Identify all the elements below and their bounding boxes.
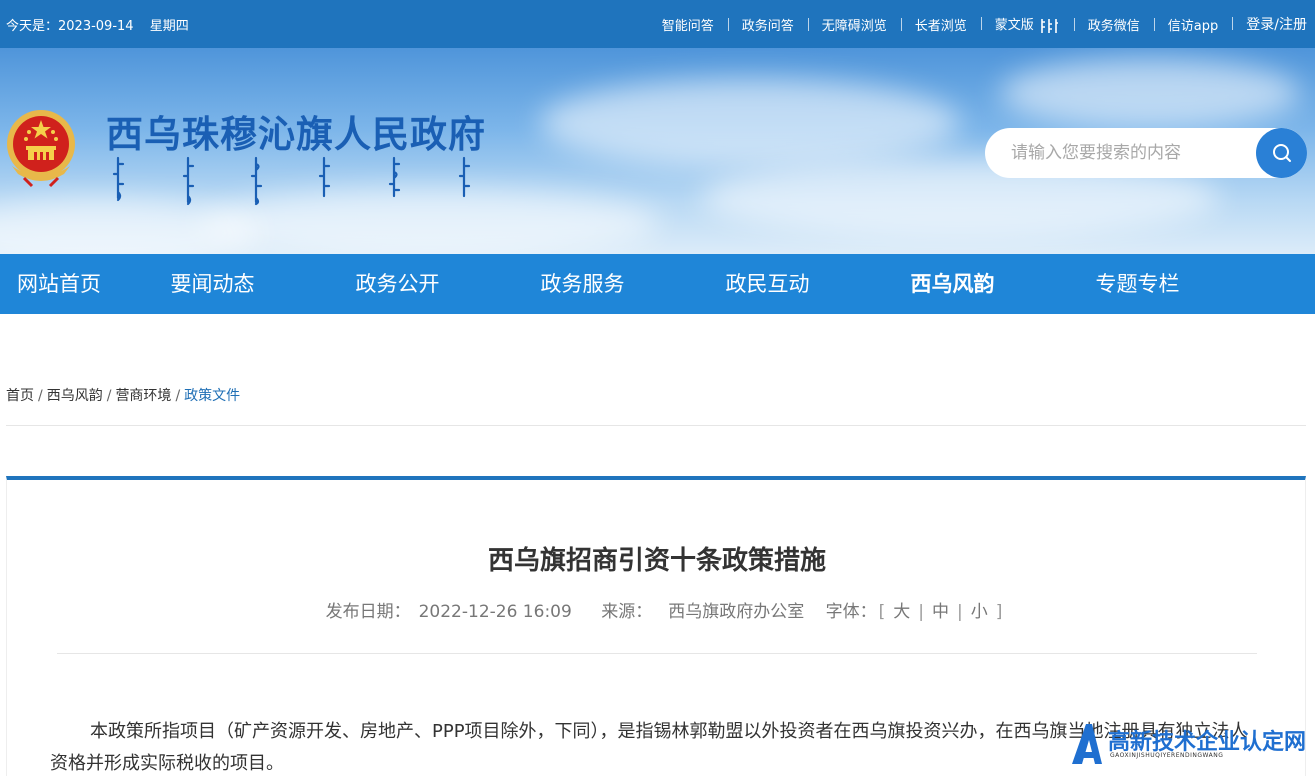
site-title: 西乌珠穆沁旗人民政府 — [106, 113, 486, 156]
main-nav: 网站首页 要闻动态 政务公开 政务服务 政民互动 西乌风韵 专题专栏 — [0, 254, 1315, 314]
breadcrumb-policy-docs[interactable]: 政策文件 — [184, 388, 240, 404]
font-size-medium[interactable]: 中 — [932, 602, 949, 622]
font-size-bracket-close: ] — [995, 602, 1003, 622]
publish-date-label: 发布日期： — [325, 602, 411, 622]
article-meta: 发布日期： 2022-12-26 16:09 来源： 西乌旗政府办公室 字体：[ 大 |… — [7, 597, 1307, 622]
search-button[interactable] — [1256, 128, 1307, 178]
breadcrumb-separator: / — [38, 388, 43, 404]
source-label: 来源： — [601, 602, 653, 622]
nav-xiwu-charm[interactable]: 西乌风韵 — [860, 254, 1045, 314]
font-size-controls: 字体：[ 大 | 中 | 小] — [826, 602, 1005, 622]
font-size-label: 字体： — [825, 602, 877, 622]
top-links: 智能问答 政务问答 无障碍浏览 长者浏览 蒙文版 政务微信 信访app 登录/注… — [648, 14, 1307, 34]
meta-divider — [57, 653, 1257, 654]
publish-date-value: 2022-12-26 16:09 — [418, 602, 572, 622]
search-icon — [1272, 144, 1291, 162]
nav-interaction[interactable]: 政民互动 — [675, 254, 860, 314]
breadcrumb-separator: / — [106, 388, 112, 404]
mongolian-version-label: 蒙文版 — [994, 18, 1034, 34]
weekday-label: 星期四 — [149, 19, 189, 34]
nav-home[interactable]: 网站首页 — [0, 254, 120, 314]
font-size-divider: | — [957, 602, 963, 622]
breadcrumb-xiwu-charm[interactable]: 西乌风韵 — [47, 388, 103, 404]
mongolian-site-title-script — [112, 156, 471, 206]
link-elder-mode[interactable]: 长者浏览 — [900, 15, 981, 34]
divider — [6, 425, 1306, 426]
font-size-small[interactable]: 小 — [971, 602, 988, 622]
search-input[interactable] — [1011, 140, 1241, 166]
link-smart-qa[interactable]: 智能问答 — [648, 15, 728, 34]
watermark-logo-icon — [1072, 724, 1102, 764]
nav-special-topics[interactable]: 专题专栏 — [1045, 254, 1230, 314]
link-accessibility[interactable]: 无障碍浏览 — [807, 15, 901, 34]
nav-news[interactable]: 要闻动态 — [120, 254, 305, 314]
nav-gov-services[interactable]: 政务服务 — [490, 254, 675, 314]
mongolian-script-icon — [1040, 18, 1058, 33]
nav-gov-affairs[interactable]: 政务公开 — [305, 254, 490, 314]
date-display: 今天是：2023-09-14 星期四 — [6, 15, 201, 34]
link-mongolian-version[interactable]: 蒙文版 — [980, 14, 1074, 34]
link-petition-app[interactable]: 信访app — [1153, 15, 1232, 34]
breadcrumb: 首页 / 西乌风韵 / 营商环境 / 政策文件 — [6, 385, 240, 405]
watermark: 高新技术企业认定网 GAOXINJISHUQIYERENDINGWANG — [1070, 718, 1315, 769]
link-gov-wechat[interactable]: 政务微信 — [1073, 15, 1154, 34]
date-label: 今天是：2023-09-14 — [6, 19, 134, 34]
header-banner: 西乌珠穆沁旗人民政府 — [0, 48, 1315, 254]
watermark-subtext: GAOXINJISHUQIYERENDINGWANG — [1110, 752, 1224, 759]
breadcrumb-home[interactable]: 首页 — [6, 388, 34, 404]
source: 来源： 西乌旗政府办公室 — [593, 602, 812, 622]
font-size-bracket-open: [ — [878, 602, 886, 622]
breadcrumb-business-env[interactable]: 营商环境 — [115, 388, 171, 404]
article-title: 西乌旗招商引资十条政策措施 — [487, 546, 826, 576]
search-box — [985, 128, 1307, 178]
top-bar: 今天是：2023-09-14 星期四 智能问答 政务问答 无障碍浏览 长者浏览 … — [0, 0, 1315, 48]
login-register-link[interactable]: 登录/注册 — [1232, 14, 1307, 34]
breadcrumb-separator: / — [175, 388, 181, 404]
font-size-divider: | — [918, 602, 924, 622]
link-policy-qa[interactable]: 政务问答 — [727, 15, 808, 34]
font-size-large[interactable]: 大 — [893, 602, 910, 622]
source-value: 西乌旗政府办公室 — [668, 602, 805, 622]
publish-date: 发布日期： 2022-12-26 16:09 — [318, 602, 572, 622]
national-emblem-icon — [7, 110, 75, 188]
